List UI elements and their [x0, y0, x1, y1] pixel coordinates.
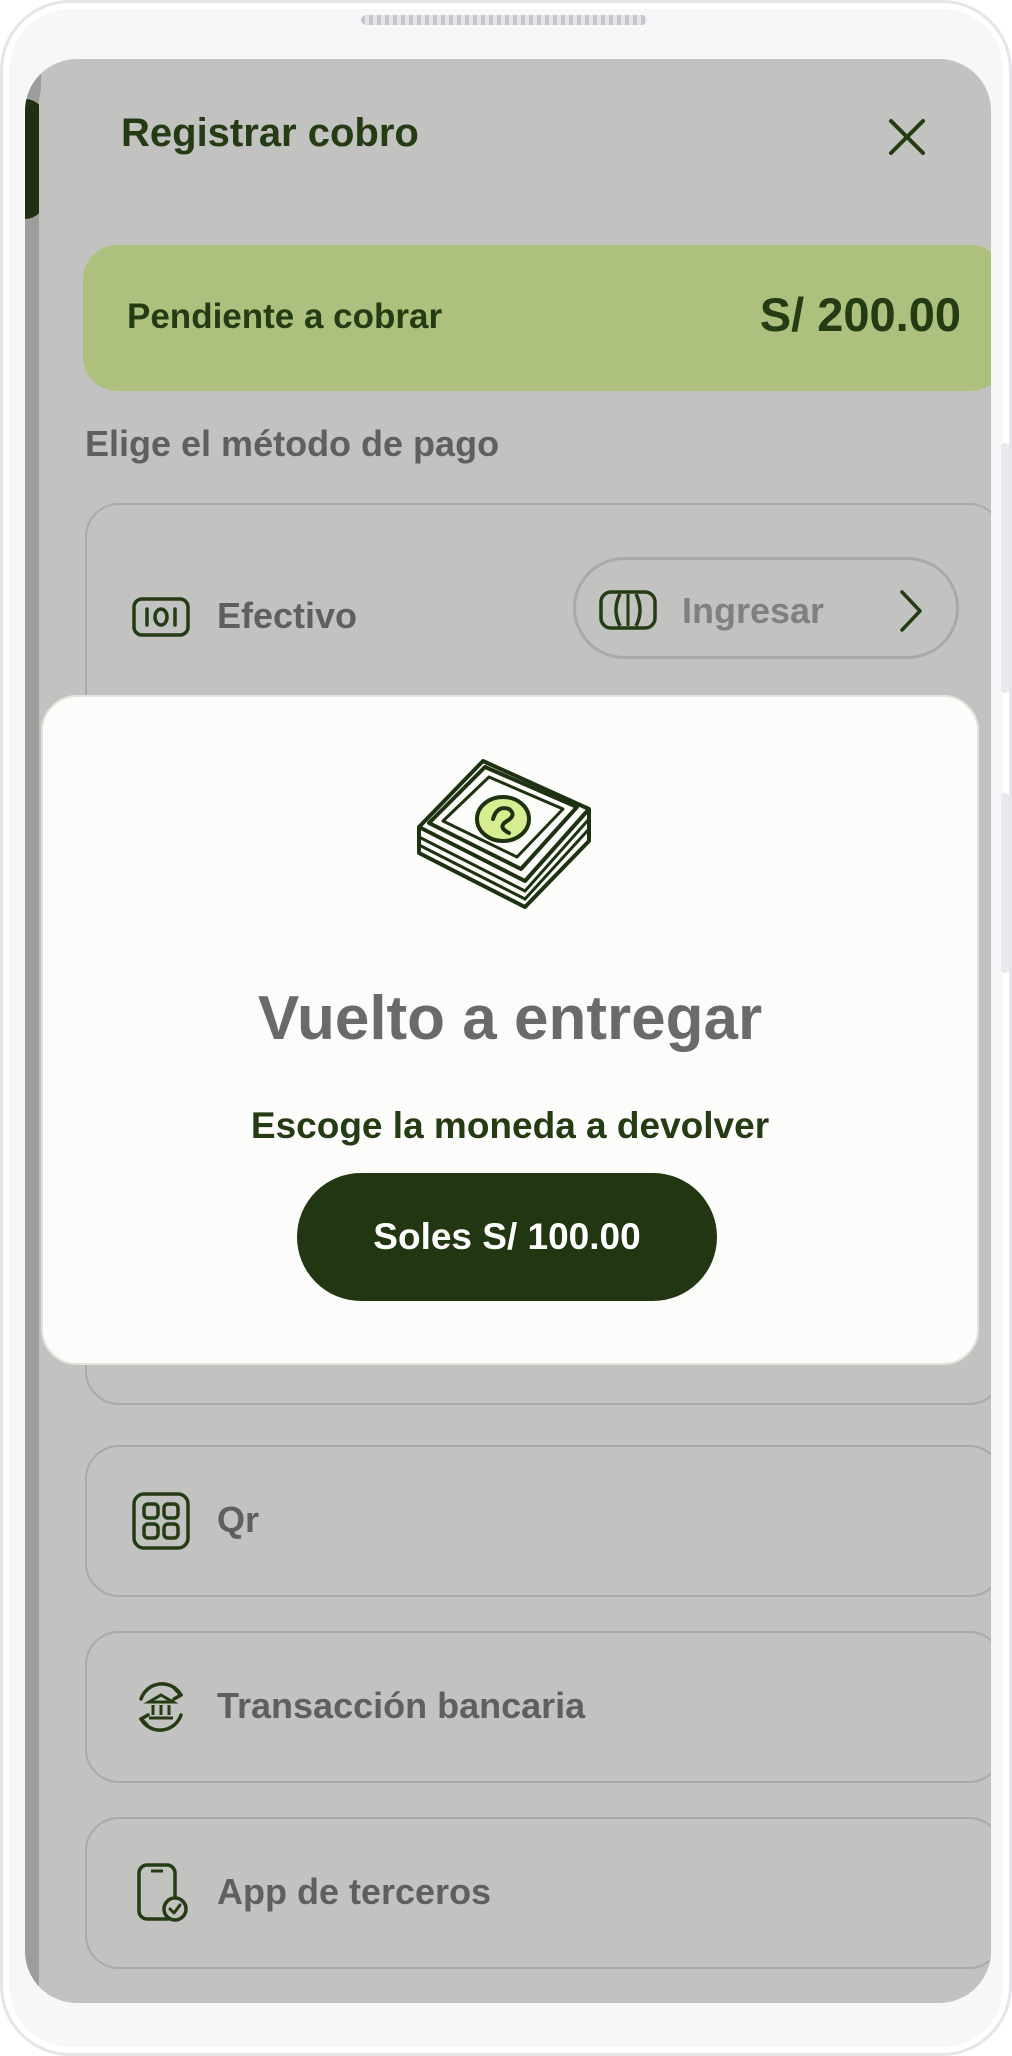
enter-cash-button[interactable]: Ingresar [573, 557, 959, 659]
close-icon[interactable] [881, 111, 933, 163]
speaker-grille [361, 15, 647, 25]
change-modal: Vuelto a entregar Escoge la moneda a dev… [41, 695, 979, 1365]
cash-bill-icon [132, 597, 190, 637]
pending-label: Pendiente a cobrar [127, 297, 443, 336]
money-stack-illustration [417, 759, 591, 909]
screen: Registrar cobro Pendiente a cobrar S/ 20… [25, 59, 991, 2003]
payment-method-heading: Elige el método de pago [85, 423, 500, 464]
method-label-bank: Transacción bancaria [217, 1685, 586, 1726]
payment-method-qr[interactable]: Qr [85, 1445, 991, 1597]
qr-grid-icon [132, 1492, 190, 1550]
pending-amount-card: Pendiente a cobrar S/ 200.00 [83, 245, 991, 391]
chevron-right-icon [900, 590, 922, 632]
modal-title: Vuelto a entregar [257, 984, 763, 1053]
phone-check-icon [137, 1863, 188, 1922]
device-frame: Registrar cobro Pendiente a cobrar S/ 20… [0, 0, 1012, 2056]
method-label-third-party-app: App de terceros [217, 1871, 492, 1912]
banknote-icon [599, 590, 657, 630]
page-title: Registrar cobro [121, 111, 419, 155]
method-label-cash: Efectivo [217, 595, 358, 636]
enter-cash-label: Ingresar [682, 590, 825, 631]
bank-transfer-icon [139, 1682, 183, 1732]
payment-method-bank[interactable]: Transacción bancaria [85, 1631, 991, 1783]
modal-subtitle: Escoge la moneda a devolver [250, 1105, 770, 1146]
pending-amount: S/ 200.00 [759, 288, 961, 341]
method-label-qr: Qr [217, 1499, 260, 1540]
volume-button [1001, 443, 1009, 693]
soles-change-button[interactable]: Soles S/ 100.00 [297, 1173, 717, 1301]
power-button [1001, 793, 1009, 973]
payment-method-third-party-app[interactable]: App de terceros [85, 1817, 991, 1969]
